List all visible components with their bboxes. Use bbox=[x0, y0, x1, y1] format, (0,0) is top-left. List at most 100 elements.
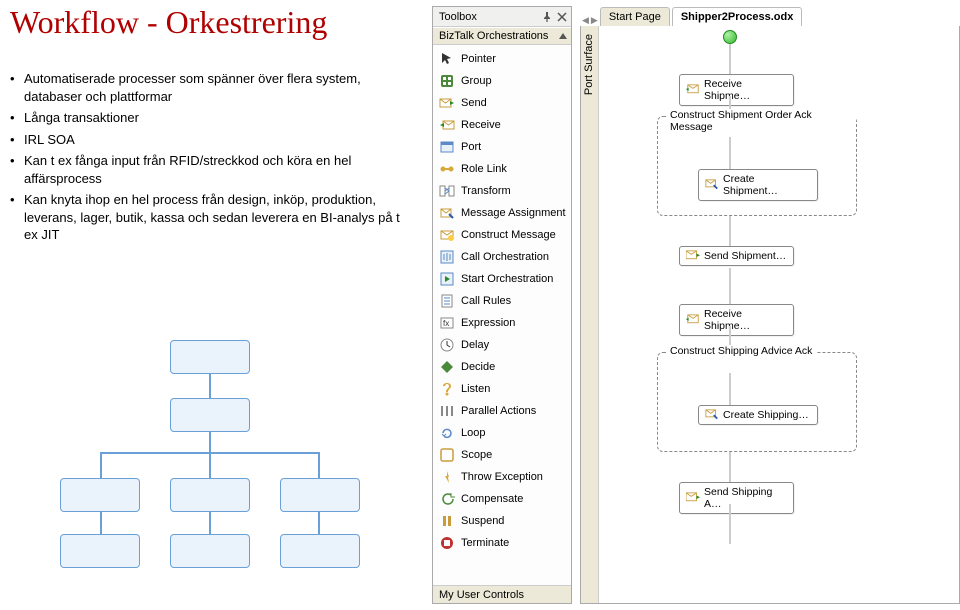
toolbox-item-send[interactable]: Send bbox=[433, 92, 571, 114]
toolbox-item-suspend[interactable]: Suspend bbox=[433, 510, 571, 532]
tab-label: Start Page bbox=[609, 11, 661, 23]
toolbox-item-label: Call Rules bbox=[461, 295, 511, 307]
listen-icon bbox=[439, 381, 455, 397]
toolbox-item-callorch[interactable]: Call Orchestration bbox=[433, 246, 571, 268]
toolbox-item-label: Construct Message bbox=[461, 229, 556, 241]
toolbox-item-label: Message Assignment bbox=[461, 207, 566, 219]
toolbox-item-startorch[interactable]: Start Orchestration bbox=[433, 268, 571, 290]
toolbox-item-label: Expression bbox=[461, 317, 515, 329]
flow-line bbox=[729, 373, 731, 405]
delay-icon bbox=[439, 337, 455, 353]
toolbox-item-parallel[interactable]: Parallel Actions bbox=[433, 400, 571, 422]
toolbox-item-label: Delay bbox=[461, 339, 489, 351]
toolbox-item-label: Role Link bbox=[461, 163, 507, 175]
toolbox-item-label: Transform bbox=[461, 185, 511, 197]
port-surface-tab[interactable]: Port Surface bbox=[581, 26, 599, 603]
toolbox-item-compensate[interactable]: Compensate bbox=[433, 488, 571, 510]
toolbox-item-list: Pointer Group Send Receive Port Role Lin… bbox=[433, 45, 571, 585]
send-icon bbox=[439, 95, 455, 111]
construct-message-icon bbox=[439, 227, 455, 243]
shape-label: Send Shipment… bbox=[704, 250, 786, 262]
toolbox-item-loop[interactable]: Loop bbox=[433, 422, 571, 444]
toolbox-item-label: Call Orchestration bbox=[461, 251, 549, 263]
receive-icon bbox=[686, 84, 700, 96]
construct-group[interactable]: Construct Shipment Order Ack Message Cre… bbox=[657, 116, 857, 216]
bullet-item: IRL SOA bbox=[10, 131, 410, 149]
toolbox-item-label: Group bbox=[461, 75, 492, 87]
shape-label: Send Shipping A… bbox=[704, 486, 787, 510]
document-tabs: ◀▶ Start Page Shipper2Process.odx bbox=[580, 6, 960, 26]
message-assign-shape[interactable]: Create Shipment… bbox=[698, 169, 818, 201]
toolbox-item-label: Decide bbox=[461, 361, 495, 373]
parallel-icon bbox=[439, 403, 455, 419]
shape-label: Receive Shipme… bbox=[704, 308, 787, 332]
flow-line bbox=[729, 216, 731, 246]
toolbox-item-expression[interactable]: fxExpression bbox=[433, 312, 571, 334]
throw-icon bbox=[439, 469, 455, 485]
send-shape[interactable]: Send Shipping A… bbox=[679, 482, 794, 514]
flowchart-connector bbox=[209, 512, 211, 534]
toolbox-item-constructmsg[interactable]: Construct Message bbox=[433, 224, 571, 246]
toolbox-item-port[interactable]: Port bbox=[433, 136, 571, 158]
toolbox-item-throw[interactable]: Throw Exception bbox=[433, 466, 571, 488]
flowchart-connector bbox=[318, 452, 320, 478]
toolbox-item-group[interactable]: Group bbox=[433, 70, 571, 92]
toolbox-item-callrules[interactable]: Call Rules bbox=[433, 290, 571, 312]
tab-start-page[interactable]: Start Page bbox=[600, 7, 670, 26]
flow-line bbox=[729, 268, 731, 304]
flowchart-diagram bbox=[60, 340, 360, 590]
send-shape[interactable]: Send Shipment… bbox=[679, 246, 794, 266]
flowchart-box bbox=[60, 478, 140, 512]
start-shape[interactable] bbox=[723, 30, 737, 44]
toolbox-item-label: Pointer bbox=[461, 53, 496, 65]
flow-line bbox=[729, 452, 731, 482]
bullet-item: Automatiserade processer som spänner öve… bbox=[10, 70, 410, 105]
flowchart-box bbox=[170, 398, 250, 432]
flow-line bbox=[729, 504, 731, 544]
suspend-icon bbox=[439, 513, 455, 529]
toolbox-item-rolelink[interactable]: Role Link bbox=[433, 158, 571, 180]
chevron-up-icon bbox=[559, 33, 567, 39]
receive-icon bbox=[439, 117, 455, 133]
flowchart-box bbox=[60, 534, 140, 568]
call-orchestration-icon bbox=[439, 249, 455, 265]
tab-label: Shipper2Process.odx bbox=[681, 11, 794, 23]
transform-icon bbox=[439, 183, 455, 199]
toolbox-header: Toolbox bbox=[433, 7, 571, 27]
toolbox-item-delay[interactable]: Delay bbox=[433, 334, 571, 356]
shape-label: Create Shipping… bbox=[723, 409, 809, 421]
toolbox-item-label: Parallel Actions bbox=[461, 405, 536, 417]
receive-shape[interactable]: Receive Shipme… bbox=[679, 74, 794, 106]
orchestration-canvas[interactable]: Port Surface Receive Shipme… Construct S… bbox=[580, 26, 960, 604]
message-assignment-icon bbox=[705, 179, 719, 191]
receive-icon bbox=[686, 314, 700, 326]
toolbox-bottom-label: My User Controls bbox=[439, 589, 524, 601]
shape-label: Receive Shipme… bbox=[704, 78, 787, 102]
close-icon[interactable] bbox=[556, 11, 568, 23]
toolbox-item-transform[interactable]: Transform bbox=[433, 180, 571, 202]
toolbox-item-msgassign[interactable]: Message Assignment bbox=[433, 202, 571, 224]
toolbox-item-terminate[interactable]: Terminate bbox=[433, 532, 571, 554]
toolbox-item-label: Receive bbox=[461, 119, 501, 131]
message-assign-shape[interactable]: Create Shipping… bbox=[698, 405, 818, 425]
receive-shape[interactable]: Receive Shipme… bbox=[679, 304, 794, 336]
toolbox-category[interactable]: BizTalk Orchestrations bbox=[433, 27, 571, 45]
shape-label: Create Shipment… bbox=[723, 173, 811, 197]
flowchart-box bbox=[170, 340, 250, 374]
toolbox-panel: Toolbox BizTalk Orchestrations Pointer G… bbox=[432, 6, 572, 604]
toolbox-item-receive[interactable]: Receive bbox=[433, 114, 571, 136]
flowchart-box bbox=[170, 478, 250, 512]
tab-nav[interactable]: ◀▶ bbox=[582, 15, 598, 26]
port-icon bbox=[439, 139, 455, 155]
toolbox-bottom-category[interactable]: My User Controls bbox=[433, 585, 571, 603]
slide-title: Workflow - Orkestrering bbox=[10, 4, 327, 41]
construct-group[interactable]: Construct Shipping Advice Ack Create Shi… bbox=[657, 352, 857, 452]
tab-shipper2process[interactable]: Shipper2Process.odx bbox=[672, 7, 803, 26]
toolbox-item-decide[interactable]: Decide bbox=[433, 356, 571, 378]
flowchart-connector bbox=[209, 452, 211, 478]
toolbox-item-scope[interactable]: Scope bbox=[433, 444, 571, 466]
pin-icon[interactable] bbox=[541, 11, 553, 23]
toolbox-item-pointer[interactable]: Pointer bbox=[433, 48, 571, 70]
toolbox-item-listen[interactable]: Listen bbox=[433, 378, 571, 400]
rolelink-icon bbox=[439, 161, 455, 177]
